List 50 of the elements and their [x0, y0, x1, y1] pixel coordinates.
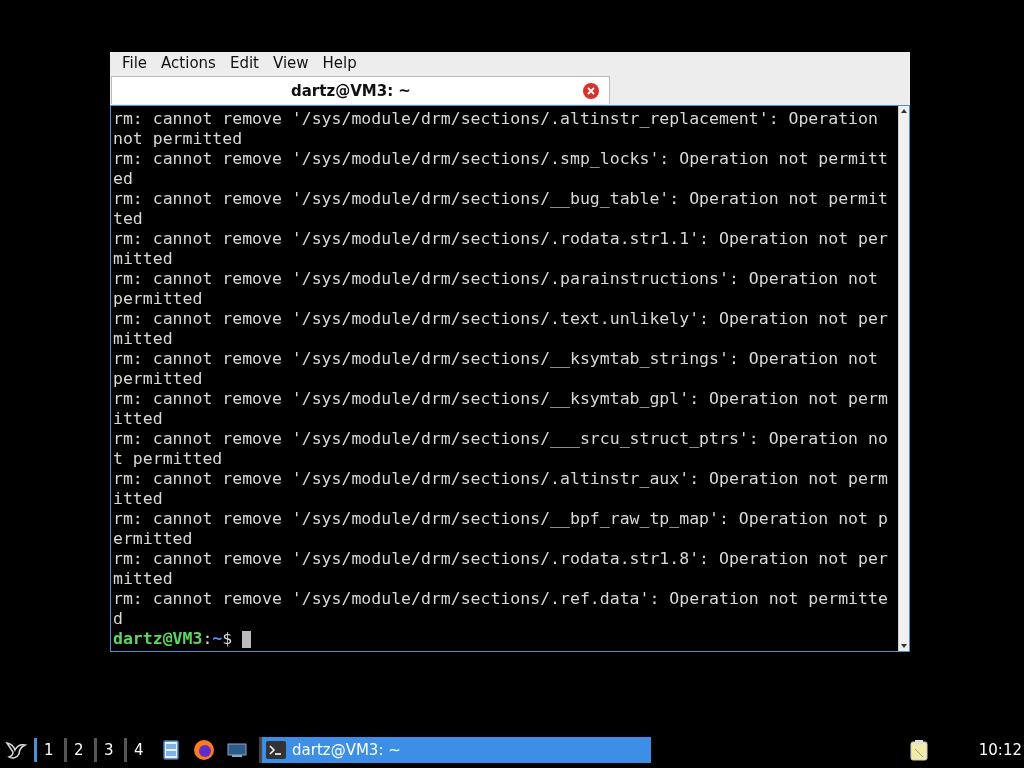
cabinet-icon	[162, 740, 179, 760]
terminal-line: d	[113, 609, 123, 629]
terminal-line: mitted	[113, 569, 173, 589]
terminal-line: rm: cannot remove '/sys/module/drm/sections/.smp_locks': Operation not permitt	[113, 149, 888, 169]
terminal-line: ermitted	[113, 529, 193, 549]
prompt-path: ~	[212, 629, 223, 649]
text-cursor	[242, 630, 252, 648]
menu-item[interactable]: Help	[316, 54, 363, 72]
prompt-separator: :	[202, 629, 213, 649]
workspace-button[interactable]: 2	[64, 738, 94, 762]
terminal-line: permitted	[113, 289, 203, 309]
scrollbar[interactable]	[898, 106, 909, 651]
workspace-button[interactable]: 1	[34, 738, 64, 762]
terminal-line: permitted	[113, 369, 203, 389]
close-icon	[587, 87, 595, 95]
menu-item[interactable]: View	[266, 54, 315, 72]
terminal-line: rm: cannot remove '/sys/module/drm/sections/__bug_table': Operation not permit	[113, 189, 888, 209]
terminal-line: rm: cannot remove '/sys/module/drm/sections/___srcu_struct_ptrs': Operation no	[113, 429, 888, 449]
terminal-line: rm: cannot remove '/sys/module/drm/sections/__bpf_raw_tp_map': Operation not p	[113, 509, 888, 529]
terminal-line: rm: cannot remove '/sys/module/drm/sections/.altinstr_aux': Operation not perm	[113, 469, 888, 489]
prompt-symbol: $	[222, 629, 233, 649]
menu-item[interactable]: Edit	[223, 54, 265, 72]
terminal-line: rm: cannot remove '/sys/module/drm/sections/__ksymtab_strings': Operation not	[113, 349, 878, 369]
terminal-icon	[266, 741, 286, 759]
close-button[interactable]	[583, 83, 599, 99]
menu-item[interactable]: File	[116, 54, 154, 72]
terminal-line: ed	[113, 169, 133, 189]
terminal-line: ted	[113, 209, 143, 229]
clipboard-icon[interactable]	[908, 739, 929, 761]
terminal-line: rm: cannot remove '/sys/module/drm/sections/.ref.data': Operation not permitte	[113, 589, 888, 609]
terminal-line: mitted	[113, 249, 173, 269]
menu-item[interactable]: Actions	[155, 54, 222, 72]
terminal-line: itted	[113, 409, 163, 429]
terminal-line: rm: cannot remove '/sys/module/drm/sections/__ksymtab_gpl': Operation not perm	[113, 389, 888, 409]
workspace-button[interactable]: 3	[94, 738, 124, 762]
terminal-line: mitted	[113, 329, 173, 349]
terminal-line: rm: cannot remove '/sys/module/drm/sections/.altinstr_replacement': Operation	[113, 109, 878, 129]
clock: 10:12	[978, 741, 1022, 759]
terminal-line: rm: cannot remove '/sys/module/drm/sections/.parainstructions': Operation not	[113, 269, 878, 289]
terminal-line: itted	[113, 489, 163, 509]
terminal-tab[interactable]: dartz@VM3: ~	[111, 76, 610, 104]
workspace-button[interactable]: 4	[124, 738, 154, 762]
terminal-line: not permitted	[113, 129, 243, 149]
terminal-line: rm: cannot remove '/sys/module/drm/sections/.rodata.str1.8': Operation not per	[113, 549, 888, 569]
terminal-line: rm: cannot remove '/sys/module/drm/sections/.rodata.str1.1': Operation not per	[113, 229, 888, 249]
prompt-user-host: dartz@VM3	[113, 629, 203, 649]
terminal-line: rm: cannot remove '/sys/module/drm/sections/.text.unlikely': Operation not per	[113, 309, 888, 329]
terminal-line: t permitted	[113, 449, 223, 469]
globe-icon	[192, 739, 215, 761]
monitor-icon	[226, 742, 247, 758]
